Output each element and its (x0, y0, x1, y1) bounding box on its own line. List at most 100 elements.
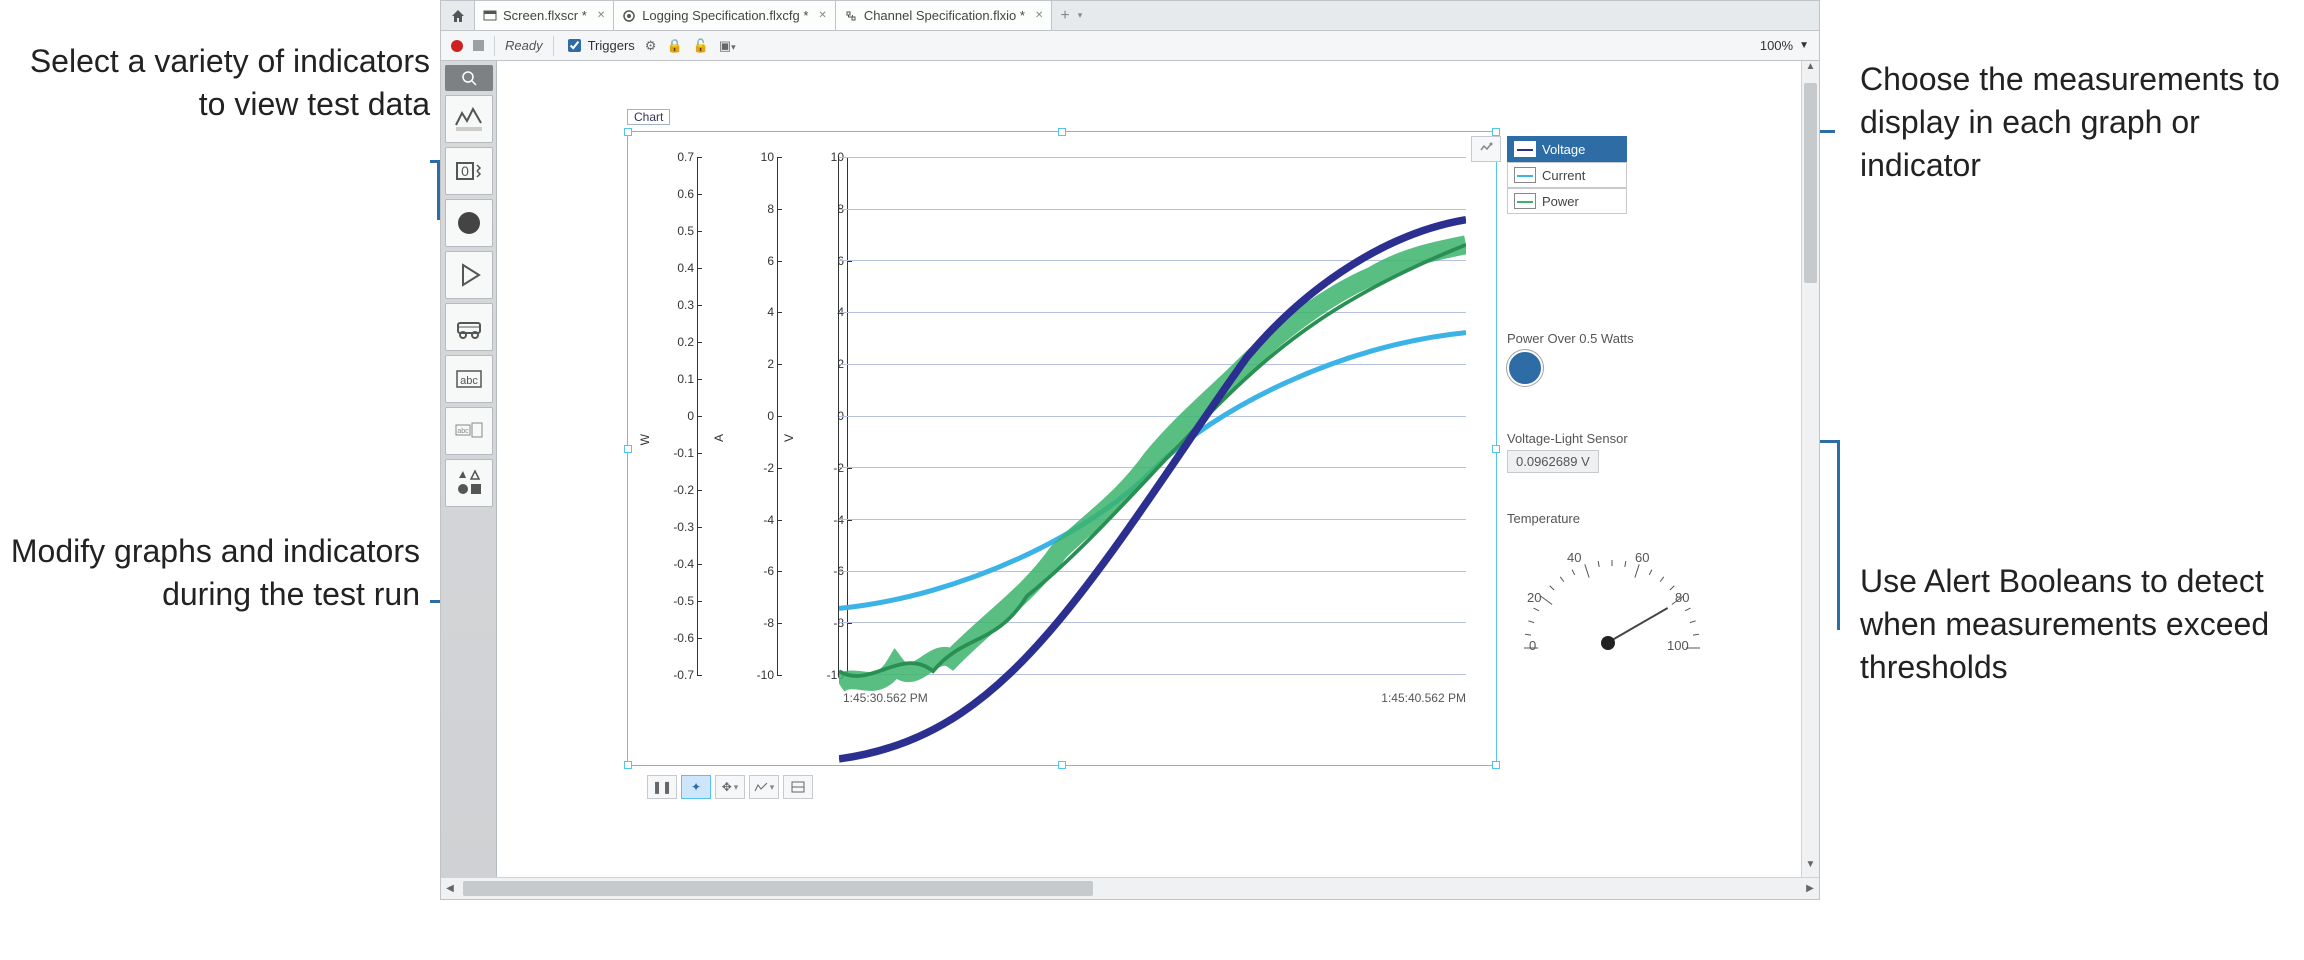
triggers-label: Triggers (588, 38, 635, 53)
chart-title-label: Chart (627, 109, 670, 125)
tab-screen[interactable]: Screen.flxscr * ✕ (475, 1, 614, 30)
sel-handle[interactable] (1492, 761, 1500, 769)
palette-chart-icon[interactable] (445, 95, 493, 143)
palette-play-icon[interactable] (445, 251, 493, 299)
gauge-tick: 80 (1675, 590, 1689, 605)
annotation-measurements: Choose the measurements to display in ea… (1860, 58, 2290, 188)
palette-text-icon[interactable]: abc (445, 355, 493, 403)
zoom-region-button[interactable] (783, 775, 813, 799)
sel-handle[interactable] (1492, 128, 1500, 136)
gauge-tick: 0 (1529, 638, 1536, 653)
tab-label: Channel Specification.flxio * (864, 8, 1025, 23)
axis-a-title: A (712, 434, 726, 442)
stop-button[interactable] (473, 40, 484, 51)
gauge: 0 20 40 60 80 100 (1507, 530, 1717, 660)
gear-icon[interactable]: ⚙ (645, 38, 657, 54)
triggers-checkbox[interactable]: Triggers (564, 36, 635, 55)
temperature-gauge: Temperature 0 20 40 60 80 100 (1507, 511, 1717, 660)
voltage-sensor-label: Voltage-Light Sensor (1507, 431, 1628, 446)
gauge-tick: 100 (1667, 638, 1689, 653)
canvas[interactable]: Chart 0.70.60.50.40.30.20.10-0.1-0.2-0.3… (497, 61, 1801, 877)
voltage-sensor-indicator: Voltage-Light Sensor 0.0962689 V (1507, 431, 1628, 473)
legend-options-button[interactable] (1471, 136, 1501, 162)
scroll-left-icon[interactable]: ◀ (441, 878, 459, 899)
sel-handle[interactable] (624, 128, 632, 136)
autoscale-button[interactable] (749, 775, 779, 799)
scroll-down-icon[interactable]: ▼ (1802, 859, 1819, 877)
sel-handle[interactable] (624, 445, 632, 453)
home-button[interactable] (441, 1, 475, 30)
sel-handle[interactable] (1058, 128, 1066, 136)
scroll-up-icon[interactable]: ▲ (1802, 61, 1819, 79)
axis-w-title: W (638, 434, 652, 445)
layout-icon[interactable]: ▣▾ (719, 38, 736, 54)
svg-text:0: 0 (461, 163, 469, 179)
gauge-tick: 60 (1635, 550, 1649, 565)
palette-search[interactable] (445, 65, 493, 91)
tab-close-icon[interactable]: ✕ (1031, 10, 1043, 21)
legend: Voltage Current Power (1507, 136, 1627, 214)
chevron-down-icon: ▼ (1799, 40, 1809, 51)
separator (494, 36, 495, 56)
svg-text:abc: abc (457, 428, 469, 435)
crosshair-button[interactable]: ✦ (681, 775, 711, 799)
annotation-modify: Modify graphs and indicators during the … (0, 530, 420, 616)
toolbar: Ready Triggers ⚙ 🔒 🔓 ▣▾ 100% ▼ (441, 31, 1819, 61)
tab-logging[interactable]: Logging Specification.flxcfg * ✕ (614, 1, 836, 30)
legend-item[interactable]: Voltage (1507, 136, 1627, 162)
tab-channel[interactable]: Channel Specification.flxio * ✕ (836, 1, 1053, 30)
horizontal-scrollbar[interactable]: ◀ ▶ (441, 877, 1819, 899)
lock-icon[interactable]: 🔒 (666, 38, 682, 54)
power-alert-indicator: Power Over 0.5 Watts (1507, 331, 1634, 386)
tab-add-button[interactable]: + ▾ (1052, 1, 1090, 30)
app-window: Screen.flxscr * ✕ Logging Specification.… (440, 0, 1820, 900)
palette-label-icon[interactable]: abc (445, 407, 493, 455)
legend-label: Current (1542, 168, 1585, 183)
palette-numeric-icon[interactable]: 0 (445, 147, 493, 195)
palette: 0 abc abc (441, 61, 497, 877)
sel-handle[interactable] (1492, 445, 1500, 453)
scroll-right-icon[interactable]: ▶ (1801, 878, 1819, 899)
tab-close-icon[interactable]: ✕ (593, 10, 605, 21)
chart-inner: 0.70.60.50.40.30.20.10-0.1-0.2-0.3-0.4-0… (648, 142, 1476, 725)
scroll-thumb[interactable] (1804, 83, 1817, 283)
gauge-tick: 20 (1527, 590, 1541, 605)
tab-strip: Screen.flxscr * ✕ Logging Specification.… (441, 1, 1819, 31)
palette-led-icon[interactable] (445, 199, 493, 247)
x-start-label: 1:45:30.562 PM (843, 691, 928, 705)
chart[interactable]: 0.70.60.50.40.30.20.10-0.1-0.2-0.3-0.4-0… (627, 131, 1497, 766)
pan-button[interactable]: ✥ (715, 775, 745, 799)
power-alert-led (1507, 350, 1543, 386)
annotation-indicators: Select a variety of indicators to view t… (10, 40, 430, 126)
legend-item[interactable]: Current (1507, 162, 1627, 188)
legend-item[interactable]: Power (1507, 188, 1627, 214)
zoom-value: 100% (1760, 38, 1793, 53)
sel-handle[interactable] (624, 761, 632, 769)
axis-w: 0.70.60.50.40.30.20.10-0.1-0.2-0.3-0.4-0… (648, 157, 698, 675)
workspace: 0 abc abc Chart (441, 61, 1819, 877)
vertical-scrollbar[interactable]: ▲ ▼ (1801, 61, 1819, 877)
gauge-hub (1601, 636, 1615, 650)
scroll-thumb[interactable] (463, 881, 1093, 896)
tab-label: Logging Specification.flxcfg * (642, 8, 808, 23)
tab-close-icon[interactable]: ✕ (814, 10, 826, 21)
gauge-tick: 40 (1567, 550, 1581, 565)
annotation-alert: Use Alert Booleans to detect when measur… (1860, 560, 2290, 690)
annot-line (430, 160, 437, 163)
palette-vehicle-icon[interactable] (445, 303, 493, 351)
annot-line (1837, 440, 1840, 630)
triggers-check-input[interactable] (568, 39, 581, 52)
record-button[interactable] (451, 40, 463, 52)
svg-text:abc: abc (460, 375, 478, 387)
status-text: Ready (505, 38, 543, 53)
temperature-label: Temperature (1507, 511, 1717, 526)
legend-label: Voltage (1542, 142, 1585, 157)
pause-button[interactable]: ❚❚ (647, 775, 677, 799)
unlock-icon[interactable]: 🔓 (693, 38, 709, 54)
legend-label: Power (1542, 194, 1579, 209)
curve-voltage (839, 157, 1466, 784)
zoom-control[interactable]: 100% ▼ (1760, 38, 1809, 53)
voltage-sensor-value: 0.0962689 V (1507, 450, 1599, 473)
palette-shapes-icon[interactable] (445, 459, 493, 507)
power-alert-label: Power Over 0.5 Watts (1507, 331, 1634, 346)
